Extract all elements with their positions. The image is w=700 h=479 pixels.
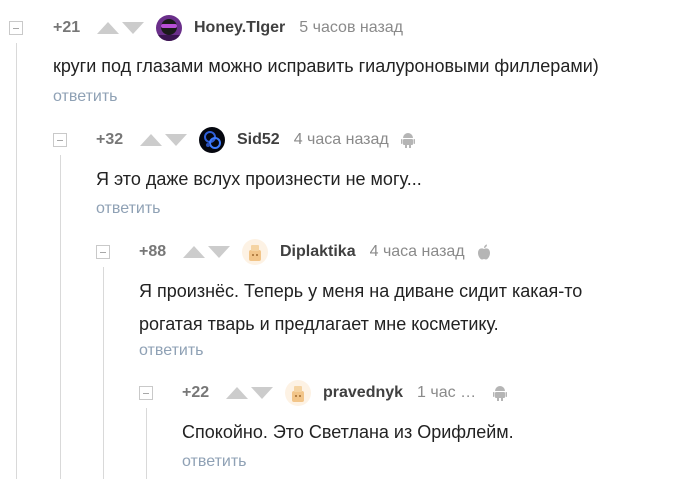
collapse-thread-button[interactable] <box>53 133 67 147</box>
upvote-arrow-icon[interactable] <box>140 134 162 146</box>
collapse-thread-button[interactable] <box>96 245 110 259</box>
reply-link[interactable]: ответить <box>139 342 204 360</box>
downvote-arrow-icon[interactable] <box>122 22 144 34</box>
android-icon <box>400 132 415 148</box>
reply-link[interactable]: ответить <box>53 88 118 106</box>
avatar[interactable] <box>199 127 225 153</box>
avatar[interactable] <box>156 15 182 41</box>
android-icon <box>493 385 508 401</box>
username[interactable]: pravednyk <box>323 384 403 402</box>
collapse-thread-button[interactable] <box>9 21 23 35</box>
thread-line <box>16 43 17 479</box>
upvote-arrow-icon[interactable] <box>183 246 205 258</box>
comment-text-line: рогатая тварь и предлагает мне косметику… <box>139 314 499 334</box>
timestamp: 4 часа назад <box>369 243 465 260</box>
comment-header: +22 pravednyk 1 час назад <box>182 380 508 406</box>
username[interactable]: Sid52 <box>237 131 280 149</box>
timestamp: 5 часов назад <box>299 19 404 36</box>
thread-line <box>103 267 104 479</box>
thread-line <box>146 408 147 479</box>
comment-text-line: круги под глазами можно исправить гиалур… <box>53 56 599 76</box>
comment-rating: +21 <box>53 19 81 36</box>
comment-rating: +88 <box>139 243 167 260</box>
comment-body: Я произнёс. Теперь у меня на диване сиди… <box>139 275 689 341</box>
timestamp: 1 час назад <box>417 384 481 401</box>
downvote-arrow-icon[interactable] <box>208 246 230 258</box>
comment-rating: +32 <box>96 131 124 148</box>
collapse-thread-button[interactable] <box>139 386 153 400</box>
comment-header: +21 Honey.TIger 5 часов назад <box>53 15 403 41</box>
comment-text-line: Спокойно. Это Светлана из Орифлейм. <box>182 422 514 442</box>
username[interactable]: Honey.TIger <box>194 19 285 37</box>
avatar[interactable] <box>242 239 268 265</box>
comment-header: +32 Sid52 4 часа назад <box>96 127 415 153</box>
reply-link[interactable]: ответить <box>96 200 161 218</box>
thread-line <box>60 155 61 479</box>
upvote-arrow-icon[interactable] <box>226 387 248 399</box>
comment-header: +88 Diplaktika 4 часа назад <box>139 239 491 265</box>
downvote-arrow-icon[interactable] <box>251 387 273 399</box>
comment-body: Спокойно. Это Светлана из Орифлейм. <box>182 416 692 449</box>
upvote-arrow-icon[interactable] <box>97 22 119 34</box>
comment-rating: +22 <box>182 384 210 401</box>
avatar[interactable] <box>285 380 311 406</box>
username[interactable]: Diplaktika <box>280 243 356 261</box>
comment-body: круги под глазами можно исправить гиалур… <box>53 50 693 83</box>
reply-link[interactable]: ответить <box>182 453 247 471</box>
timestamp: 4 часа назад <box>293 131 389 148</box>
comment-text-line: Я произнёс. Теперь у меня на диване сиди… <box>139 281 583 301</box>
apple-icon <box>477 244 491 260</box>
downvote-arrow-icon[interactable] <box>165 134 187 146</box>
comment-text-line: Я это даже вслух произнести не могу... <box>96 169 422 189</box>
comment-body: Я это даже вслух произнести не могу... <box>96 163 686 196</box>
